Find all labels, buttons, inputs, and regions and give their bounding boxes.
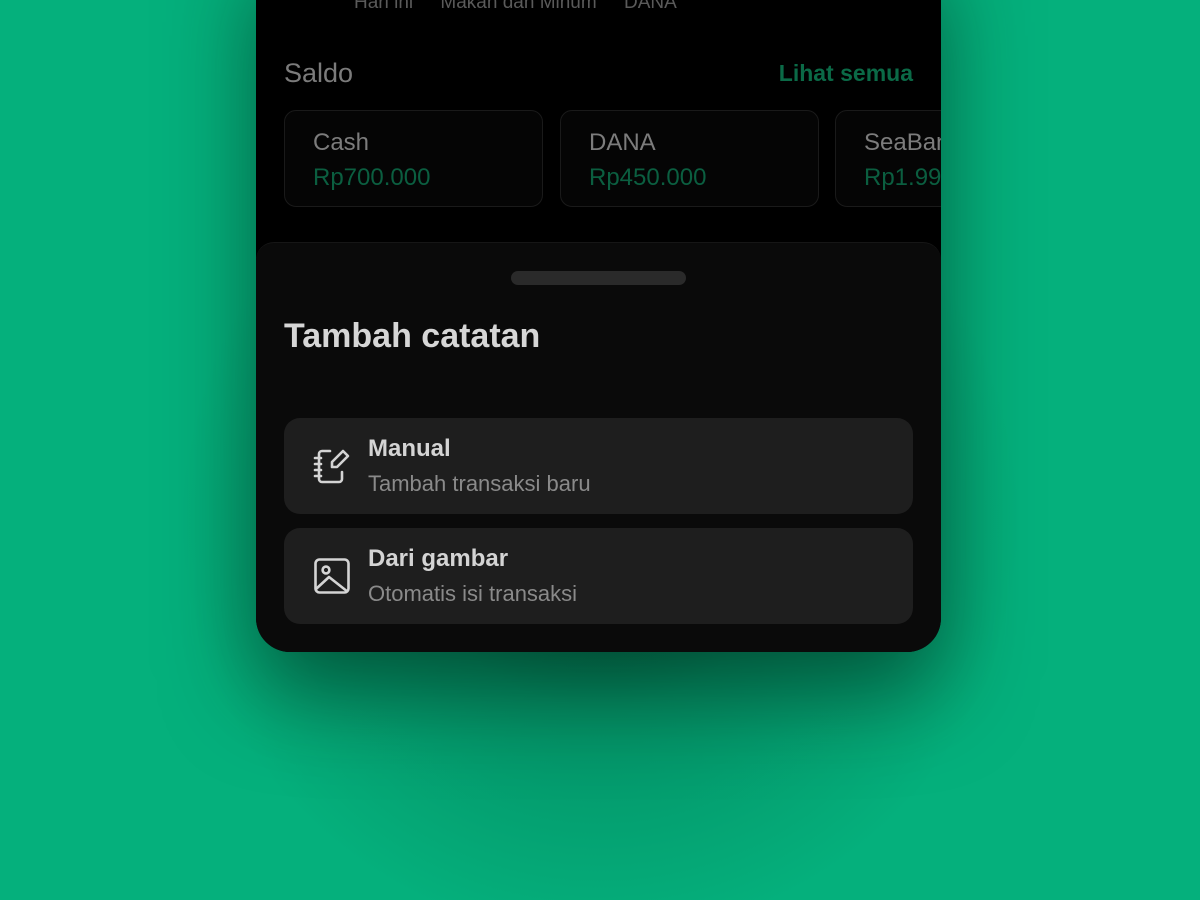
sheet-title: Tambah catatan (284, 317, 541, 355)
meta-account: DANA (623, 0, 677, 13)
balance-card-seabank[interactable]: SeaBank Rp1.99 (835, 110, 941, 207)
notebook-edit-icon (313, 449, 350, 484)
option-description: Otomatis isi transaksi (368, 581, 578, 606)
manual-option-button[interactable]: Manual Tambah transaksi baru (284, 418, 913, 514)
see-all-link[interactable]: Lihat semua (779, 60, 913, 87)
option-label: Dari gambar (368, 545, 509, 572)
account-amount: Rp700.000 (313, 164, 431, 191)
balance-card-dana[interactable]: DANA Rp450.000 (560, 110, 819, 207)
account-name: DANA (589, 129, 656, 156)
meta-category: Makan dan Minum (440, 0, 597, 13)
option-label: Manual (368, 435, 451, 462)
saldo-title: Saldo (284, 58, 354, 88)
account-name: SeaBank (864, 129, 941, 156)
transaction-meta-line: Hari ini Makan dan Minum DANA (354, 0, 699, 14)
balance-card-cash[interactable]: Cash Rp700.000 (284, 110, 543, 207)
image-icon (314, 558, 350, 594)
account-name: Cash (313, 129, 370, 156)
meta-date: Hari ini (354, 0, 414, 13)
account-amount: Rp450.000 (589, 164, 707, 191)
from-image-option-button[interactable]: Dari gambar Otomatis isi transaksi (284, 528, 913, 624)
account-amount: Rp1.99 (864, 164, 941, 191)
phone-screen: Hari ini Makan dan Minum DANA Saldo Liha… (256, 0, 941, 652)
add-record-bottom-sheet: Tambah catatan Manual Tambah transaksi b… (256, 242, 941, 652)
option-description: Tambah transaksi baru (368, 471, 591, 496)
sheet-drag-handle[interactable] (511, 271, 686, 285)
